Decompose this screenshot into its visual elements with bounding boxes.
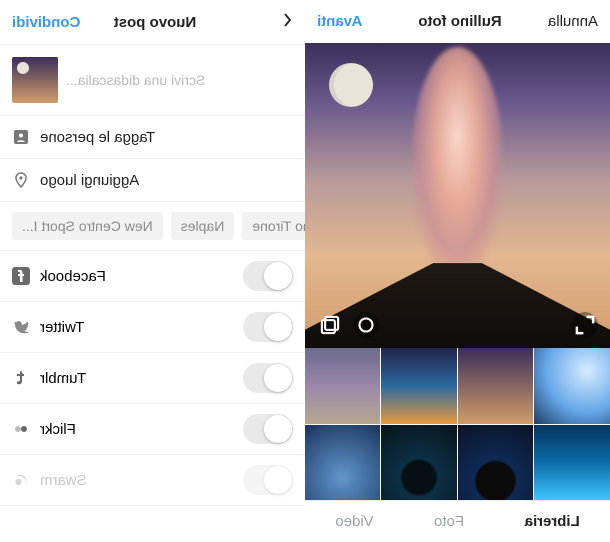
thumbnail[interactable] — [458, 425, 534, 501]
share-tumblr-row: Tumblr — [0, 353, 305, 404]
location-pin-icon — [12, 171, 30, 189]
share-flickr-row: Flickr — [0, 404, 305, 455]
swarm-icon — [12, 471, 30, 489]
add-location-row[interactable]: Aggiungi luogo — [0, 159, 305, 202]
tab-photo[interactable]: Foto — [434, 513, 464, 530]
tag-people-label: Tagga le persone — [40, 129, 155, 146]
caption-row[interactable]: Scrivi una didascalia... — [0, 44, 305, 116]
flickr-toggle[interactable] — [243, 414, 293, 444]
share-twitter-row: Twitter — [0, 302, 305, 353]
thumbnail[interactable] — [535, 425, 610, 501]
tag-people-row[interactable]: Tagga le persone — [0, 116, 305, 159]
cancel-button[interactable]: Annulla — [515, 13, 598, 30]
facebook-icon — [12, 267, 30, 285]
post-header: Nuovo post Condividi — [0, 0, 305, 44]
boomerang-icon[interactable] — [353, 312, 379, 338]
location-chip[interactable]: Agriturismo Tirone — [242, 212, 305, 240]
photo-picker-screen: Annulla Rullino foto Avanti Lib — [305, 0, 610, 542]
location-chip[interactable]: New Centro Sport I... — [12, 212, 163, 240]
thumbnail[interactable] — [305, 425, 381, 501]
expand-crop-icon[interactable] — [572, 312, 598, 338]
bottom-tabs: Libreria Foto Video — [305, 500, 610, 542]
tumblr-icon — [12, 369, 30, 387]
flickr-label: Flickr — [40, 421, 76, 438]
twitter-toggle[interactable] — [243, 312, 293, 342]
tab-library[interactable]: Libreria — [525, 513, 580, 530]
album-selector[interactable]: Rullino foto — [400, 13, 516, 30]
facebook-toggle[interactable] — [243, 261, 293, 291]
tumblr-label: Tumblr — [40, 370, 86, 387]
photo-preview[interactable] — [305, 43, 610, 348]
swarm-label: Swarm — [40, 472, 87, 489]
location-chip[interactable]: Naples — [171, 212, 235, 240]
twitter-icon — [12, 318, 30, 336]
add-location-label: Aggiungi luogo — [40, 172, 139, 189]
new-post-screen: Nuovo post Condividi Scrivi una didascal… — [0, 0, 305, 542]
caption-placeholder: Scrivi una didascalia... — [66, 72, 205, 88]
thumbnail-grid — [305, 348, 610, 500]
share-button[interactable]: Condividi — [12, 14, 95, 31]
twitter-label: Twitter — [40, 319, 84, 336]
album-title: Rullino foto — [418, 13, 501, 30]
thumbnail[interactable] — [382, 348, 458, 424]
location-suggestions: Agriturismo Tirone Naples New Centro Spo… — [0, 202, 305, 251]
moon-graphic — [329, 63, 373, 107]
plume-graphic — [412, 47, 504, 273]
flickr-icon — [12, 420, 30, 438]
person-tag-icon — [12, 128, 30, 146]
next-button[interactable]: Avanti — [317, 13, 400, 30]
share-swarm-row: Swarm — [0, 455, 305, 506]
thumbnail[interactable] — [382, 425, 458, 501]
post-thumbnail[interactable] — [12, 57, 58, 103]
thumbnail[interactable] — [535, 348, 610, 424]
page-title-label: Nuovo post — [114, 14, 197, 31]
tumblr-toggle[interactable] — [243, 363, 293, 393]
tab-video[interactable]: Video — [335, 513, 373, 530]
page-title: Nuovo post — [95, 14, 211, 31]
preview-controls — [305, 312, 610, 338]
share-facebook-row: Facebook — [0, 251, 305, 302]
multi-select-icon[interactable] — [317, 312, 343, 338]
picker-header: Annulla Rullino foto Avanti — [305, 0, 610, 43]
back-button[interactable] — [210, 11, 293, 33]
facebook-label: Facebook — [40, 268, 106, 285]
thumbnail[interactable] — [305, 348, 381, 424]
swarm-toggle[interactable] — [243, 465, 293, 495]
thumbnail[interactable] — [458, 348, 534, 424]
